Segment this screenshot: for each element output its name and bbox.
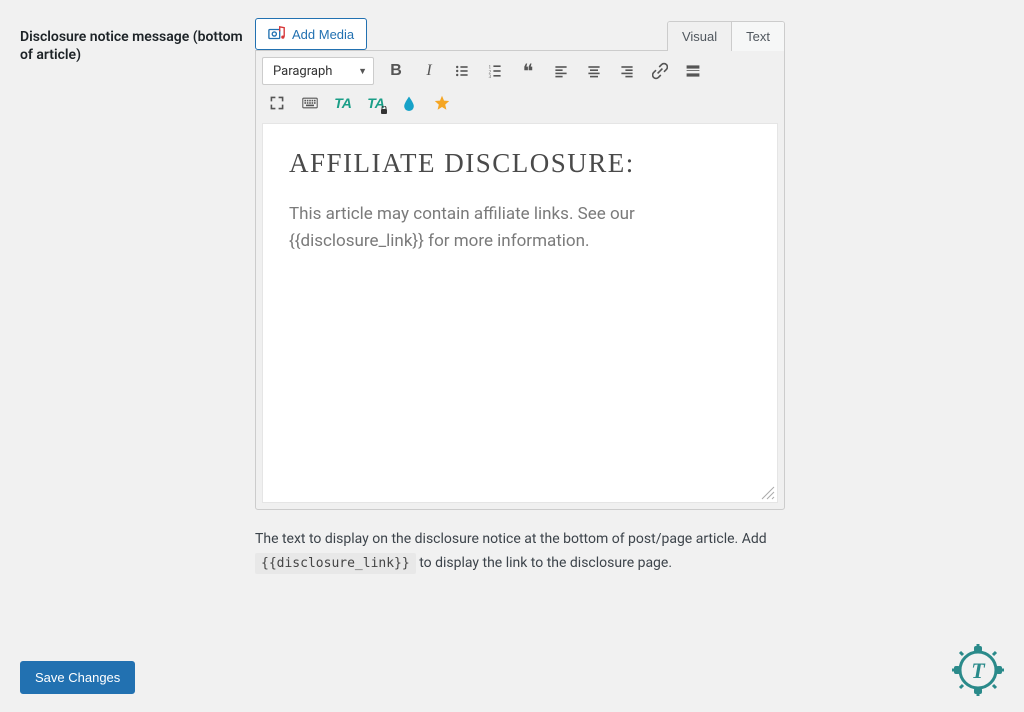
add-media-button[interactable]: Add Media [255, 18, 367, 50]
droplet-icon [401, 94, 417, 112]
help-text-after: to display the link to the disclosure pa… [419, 555, 672, 571]
ta-button-2[interactable]: TA [361, 89, 391, 117]
toolbar-row-1: Paragraph ▼ B I 123 ❝ [262, 55, 778, 87]
brand-gear-icon: T [950, 642, 1006, 698]
content-heading: AFFILIATE DISCLOSURE: [289, 148, 751, 179]
resize-grip-icon[interactable] [761, 486, 775, 500]
toolbar-row-2: TA TA [262, 87, 778, 119]
read-more-button[interactable] [678, 57, 708, 85]
link-button[interactable] [645, 57, 675, 85]
align-center-button[interactable] [579, 57, 609, 85]
italic-button[interactable]: I [414, 57, 444, 85]
save-changes-button[interactable]: Save Changes [20, 661, 135, 694]
highlighter-button[interactable] [394, 89, 424, 117]
ol-icon: 123 [487, 62, 503, 80]
fullscreen-icon [269, 95, 285, 111]
align-left-icon [553, 62, 569, 80]
help-text-code: {{disclosure_link}} [255, 553, 416, 574]
align-right-icon [619, 62, 635, 80]
align-left-button[interactable] [546, 57, 576, 85]
chevron-down-icon: ▼ [358, 66, 367, 77]
content-paragraph: This article may contain affiliate links… [289, 201, 751, 255]
svg-text:T: T [971, 658, 986, 683]
read-more-icon [685, 62, 701, 80]
blockquote-button[interactable]: ❝ [513, 57, 543, 85]
star-button[interactable] [427, 89, 457, 117]
add-media-label: Add Media [292, 27, 354, 42]
bullet-list-button[interactable] [447, 57, 477, 85]
tab-visual[interactable]: Visual [668, 22, 731, 51]
save-row: Save Changes [20, 661, 135, 694]
keyboard-button[interactable] [295, 89, 325, 117]
format-select-value: Paragraph [273, 64, 332, 79]
editor-toolbar: Paragraph ▼ B I 123 ❝ [256, 51, 784, 119]
star-icon [434, 93, 450, 113]
lock-badge-icon [380, 106, 388, 114]
align-center-icon [586, 62, 602, 80]
svg-text:3: 3 [489, 75, 492, 80]
align-right-button[interactable] [612, 57, 642, 85]
ul-icon [454, 62, 470, 80]
bold-button[interactable]: B [381, 57, 411, 85]
keyboard-icon [302, 96, 318, 110]
editor-content-area[interactable]: AFFILIATE DISCLOSURE: This article may c… [262, 123, 778, 503]
editor-column: Add Media Visual Text Paragraph ▼ B I [255, 18, 785, 576]
fullscreen-button[interactable] [262, 89, 292, 117]
editor-top-bar: Add Media Visual Text [255, 18, 785, 50]
ta-button-1[interactable]: TA [328, 89, 358, 117]
editor-frame: Paragraph ▼ B I 123 ❝ [255, 50, 785, 510]
numbered-list-button[interactable]: 123 [480, 57, 510, 85]
settings-field-row: Disclosure notice message (bottom of art… [0, 0, 1024, 576]
field-label: Disclosure notice message (bottom of art… [20, 18, 255, 64]
field-help-text: The text to display on the disclosure no… [255, 528, 785, 576]
link-icon [652, 62, 668, 80]
editor-tabs: Visual Text [667, 21, 785, 51]
camera-music-icon [268, 25, 286, 43]
format-select[interactable]: Paragraph ▼ [262, 57, 374, 85]
tab-text[interactable]: Text [731, 22, 784, 51]
help-text-before: The text to display on the disclosure no… [255, 531, 767, 547]
